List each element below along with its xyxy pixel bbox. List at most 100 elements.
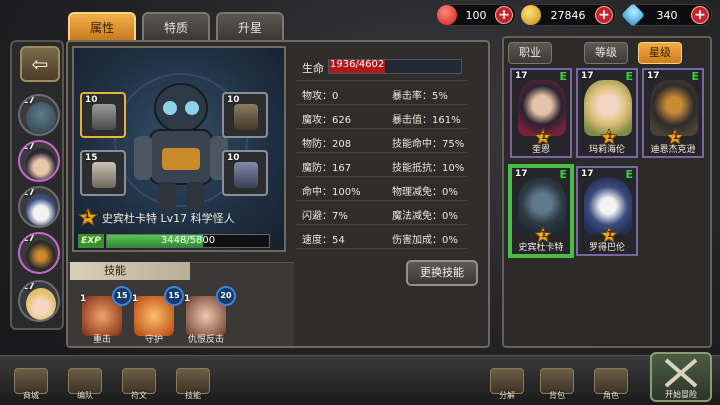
stat-divider — [296, 224, 468, 225]
card-equip-badge: E — [625, 70, 633, 83]
card-level: 17 — [581, 71, 594, 81]
start-adventure-label: 开始冒险 — [665, 390, 697, 399]
equip-slot-weapon[interactable]: 10 — [80, 92, 126, 138]
hero-card-rhodes-baron[interactable]: 17 E 1 罗得巴伦 — [576, 166, 638, 256]
gold-coins-icon — [521, 5, 541, 25]
stat-divider — [296, 80, 468, 81]
strip-hero-4[interactable]: 17 — [18, 232, 60, 274]
card-name: 奎恩 — [531, 145, 550, 155]
nav-label: 角色 — [603, 391, 619, 400]
add-gems-button[interactable]: + — [691, 6, 709, 24]
strip-hero-1[interactable]: 17 — [18, 94, 60, 136]
stat-magic-attack: 魔攻：626 — [302, 115, 352, 126]
stat-divider — [296, 248, 468, 249]
skill-heavy-strike[interactable]: 1 15 — [80, 286, 132, 336]
card-level: 17 — [515, 71, 528, 81]
stat-magic-defense: 魔防：167 — [302, 163, 352, 174]
strip-hero-5[interactable]: 17 — [18, 280, 60, 322]
exit-button[interactable]: ⇦ — [20, 46, 60, 82]
stat-crit-rate: 暴击率：5% — [392, 91, 448, 102]
skill-guard[interactable]: 1 15 — [132, 286, 184, 336]
card-name: 迪恩杰克逊 — [650, 145, 696, 155]
stat-phys-attack: 物攻：0 — [302, 91, 339, 102]
card-name: 玛莉海伦 — [588, 145, 625, 155]
card-star-count: 1 — [607, 132, 613, 141]
hero-card-dean-jackson[interactable]: 17 E 1 迪恩杰克逊 — [642, 68, 704, 158]
belt-icon — [234, 104, 258, 130]
stat-speed: 速度：54 — [302, 235, 345, 246]
roster-tab-level[interactable]: 等级 — [584, 42, 628, 64]
stat-skill-resist: 技能抵抗：10% — [392, 163, 465, 174]
nav-label: 技能 — [185, 391, 201, 400]
tab-attributes[interactable]: 属性 — [68, 12, 136, 42]
gauntlet-icon — [92, 104, 116, 130]
stat-divider — [296, 104, 468, 105]
stat-phys-defense: 物防：208 — [302, 139, 352, 150]
exp-label: EXP — [78, 234, 104, 248]
nav-label: 编队 — [77, 391, 93, 400]
hero-level: 17 — [22, 282, 35, 292]
add-hearts-button[interactable]: + — [495, 6, 513, 24]
card-equip-badge: E — [625, 168, 633, 181]
hero-card-spindukat[interactable]: 17 E 1 史宾杜卡特 — [510, 166, 572, 256]
card-star-count: 1 — [541, 230, 547, 239]
gems-value: 340 — [656, 8, 678, 22]
skill-level: 1 — [80, 294, 87, 304]
skill-points-badge: 20 — [216, 286, 236, 306]
stat-divider — [296, 200, 468, 201]
hearts-value: 100 — [465, 8, 487, 22]
strip-hero-2[interactable]: 17 — [18, 140, 60, 182]
skill-level: 1 — [132, 294, 139, 304]
nav-label: 背包 — [549, 391, 565, 400]
wolf-hero-icon — [26, 194, 56, 226]
hp-row: 生命 1936/4602 — [296, 58, 468, 76]
skill-points-badge: 15 — [112, 286, 132, 306]
hero-level: 17 — [22, 188, 35, 198]
hero-card-quinn[interactable]: 17 E 1 奎恩 — [510, 68, 572, 158]
skill-name: 重击 — [92, 335, 111, 345]
hero-level: 17 — [22, 142, 35, 152]
equip-slot-boots[interactable]: 10 — [222, 150, 268, 196]
change-skill-button[interactable]: 更换技能 — [406, 260, 478, 286]
boots-icon — [234, 162, 258, 188]
equip-slot-accessory[interactable]: 10 — [222, 92, 268, 138]
card-equip-badge: E — [559, 70, 567, 83]
equip-slot-armor[interactable]: 15 — [80, 150, 126, 196]
card-star-count: 1 — [673, 132, 679, 141]
tab-star-up[interactable]: 升星 — [216, 12, 284, 42]
stat-dodge: 闪避：7% — [302, 211, 348, 222]
exp-value: 3448/5800 — [160, 235, 216, 246]
crossed-swords-icon — [664, 358, 698, 388]
strip-hero-3[interactable]: 17 — [18, 186, 60, 228]
stat-hit: 命中：100% — [302, 187, 361, 198]
stat-damage-bonus: 伤害加成：0% — [392, 235, 458, 246]
nav-label: 符文 — [131, 391, 147, 400]
hp-value: 1936/4602 — [330, 59, 385, 70]
skills-title: 技能 — [70, 262, 190, 280]
skill-points-badge: 15 — [164, 286, 184, 306]
skill-level: 1 — [184, 294, 191, 304]
skill-name: 仇恨反击 — [187, 335, 224, 345]
stat-phys-reduction: 物理减免：0% — [392, 187, 458, 198]
robot-hero-icon — [26, 102, 56, 134]
nav-label: 商城 — [23, 391, 39, 400]
stat-skill-hit: 技能命中：75% — [392, 139, 465, 150]
card-level: 17 — [581, 169, 594, 179]
roster-tab-star[interactable]: 星级 — [638, 42, 682, 64]
stat-divider — [296, 152, 468, 153]
hero-card-mary-helen[interactable]: 17 E 1 玛莉海伦 — [576, 68, 638, 158]
tab-traits[interactable]: 特质 — [142, 12, 210, 42]
card-level: 17 — [647, 71, 660, 81]
roster-tab-class[interactable]: 职业 — [508, 42, 552, 64]
hp-label: 生命 — [302, 62, 324, 75]
dark-hair-hero-icon — [26, 148, 56, 180]
stat-divider — [296, 176, 468, 177]
hero-level: 17 — [22, 234, 35, 244]
hero-level: 17 — [22, 96, 35, 106]
exit-door-icon: ⇦ — [31, 52, 49, 76]
hero-name-bar: 1 史宾杜卡特 Lv17 科学怪人 — [76, 206, 282, 228]
skill-vengeance[interactable]: 1 20 — [184, 286, 236, 336]
add-gold-button[interactable]: + — [595, 6, 613, 24]
gold-value: 27846 — [550, 8, 586, 22]
armor-icon — [92, 162, 116, 188]
